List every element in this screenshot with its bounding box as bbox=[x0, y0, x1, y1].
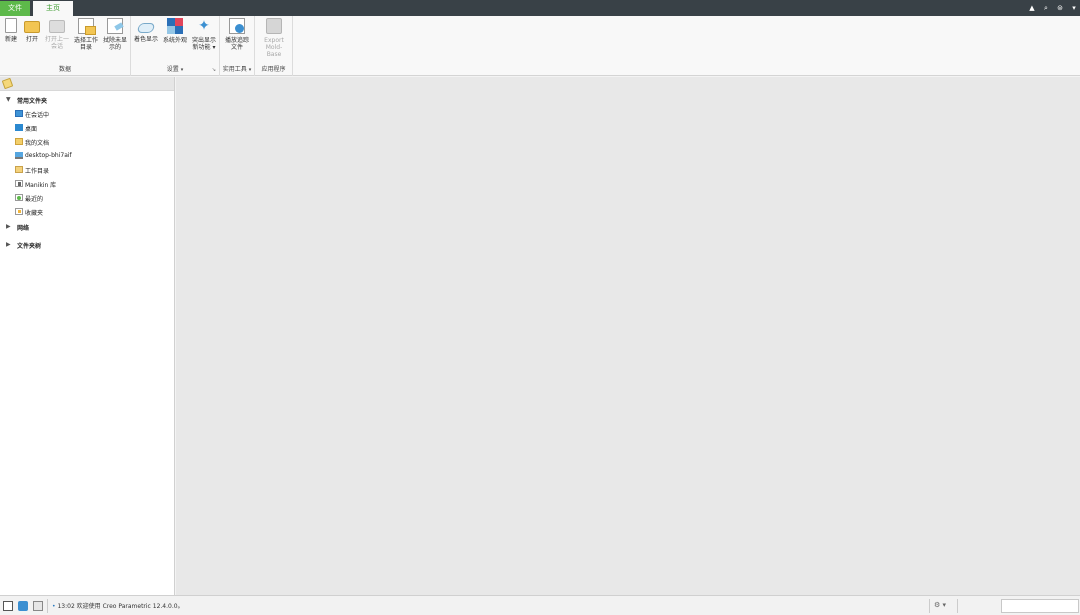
shaded-display-button[interactable]: 着色显示 bbox=[133, 18, 159, 43]
folder-navigator: ▼ 常用文件夹 在会话中 桌面 我的文档 desktop-bhi7aif 工作目… bbox=[0, 77, 175, 595]
ribbon-group-data: 新建 打开 打开上一 会话 选择工作 目录 拭除未显 示的 数据 bbox=[0, 16, 131, 76]
group-title-settings[interactable]: 设置 ▾ bbox=[131, 64, 219, 73]
ribbon-group-utilities: 播放追踪 文件 实用工具 ▾ bbox=[220, 16, 255, 76]
tree-item-in-session[interactable]: 在会话中 bbox=[0, 107, 175, 121]
expand-down-icon[interactable]: ▼ bbox=[6, 96, 11, 103]
tree-item-manikin-library[interactable]: Manikin 库 bbox=[0, 177, 175, 191]
tree-item-recent[interactable]: 最近的 bbox=[0, 191, 175, 205]
collapse-ribbon-icon[interactable]: ▲ bbox=[1028, 4, 1036, 12]
fullscreen-icon[interactable] bbox=[33, 601, 43, 611]
divider bbox=[47, 599, 48, 613]
help-icon[interactable]: ⊜ bbox=[1056, 4, 1064, 12]
title-tab-bar: 文件 主页 ▲ ⌕ ⊜ ▾ bbox=[0, 0, 1080, 16]
documents-icon bbox=[15, 138, 23, 145]
folder-tree: ▼ 常用文件夹 在会话中 桌面 我的文档 desktop-bhi7aif 工作目… bbox=[0, 91, 175, 252]
group-title-utilities[interactable]: 实用工具 ▾ bbox=[220, 64, 254, 73]
system-appearance-button[interactable]: 系统外观 bbox=[162, 18, 188, 44]
open-last-session-icon bbox=[49, 20, 65, 33]
browser-icon[interactable] bbox=[18, 601, 28, 611]
export-moldbase-icon bbox=[266, 18, 282, 34]
tree-item-working-directory[interactable]: 工作目录 bbox=[0, 163, 175, 177]
toggle-navigator-icon[interactable] bbox=[3, 601, 13, 611]
open-button[interactable]: 打开 bbox=[19, 18, 45, 43]
expand-right-icon[interactable]: ▶ bbox=[6, 241, 11, 248]
working-directory-icon bbox=[15, 166, 23, 173]
status-message: 13:02 欢迎使用 Creo Parametric 12.4.0.0。 bbox=[57, 603, 184, 610]
folder-tree-node[interactable]: ▶ 文件夹树 bbox=[0, 238, 175, 252]
selection-filter-icon[interactable]: ⚙ ▾ bbox=[934, 601, 946, 609]
working-directory-icon bbox=[78, 18, 96, 35]
recent-icon bbox=[15, 194, 23, 201]
dialog-launcher-icon[interactable]: ↘ bbox=[212, 67, 216, 73]
ribbon: 新建 打开 打开上一 会话 选择工作 目录 拭除未显 示的 数据 着色显示 系统… bbox=[0, 16, 1080, 76]
group-title-data: 数据 bbox=[58, 66, 71, 73]
shaded-display-icon bbox=[136, 23, 156, 33]
desktop-icon bbox=[15, 124, 23, 131]
computer-icon bbox=[15, 152, 23, 159]
graphics-area[interactable] bbox=[176, 77, 1080, 595]
expand-right-icon[interactable]: ▶ bbox=[6, 223, 11, 230]
navigator-header bbox=[0, 77, 174, 91]
manikin-icon bbox=[15, 180, 23, 187]
highlight-new-features-button[interactable]: ✦ 突出显示 新功能 ▾ bbox=[191, 18, 217, 51]
system-appearance-icon bbox=[167, 18, 183, 34]
play-trail-icon bbox=[229, 18, 245, 34]
session-icon bbox=[15, 110, 23, 117]
erase-not-displayed-button[interactable]: 拭除未显 示的 bbox=[102, 18, 128, 51]
divider bbox=[929, 599, 930, 613]
sparkle-icon: ✦ bbox=[198, 18, 210, 34]
open-folder-icon bbox=[24, 21, 40, 33]
tree-item-desktop[interactable]: 桌面 bbox=[0, 121, 175, 135]
favorites-icon bbox=[15, 208, 23, 215]
erase-icon bbox=[107, 18, 123, 34]
tree-item-my-documents[interactable]: 我的文档 bbox=[0, 135, 175, 149]
network-node[interactable]: ▶ 网络 bbox=[0, 220, 175, 234]
new-file-icon bbox=[5, 18, 17, 33]
top-right-controls: ▲ ⌕ ⊜ ▾ bbox=[1028, 0, 1078, 16]
select-working-directory-button[interactable]: 选择工作 目录 bbox=[73, 18, 99, 51]
group-title-applications: 应用程序 bbox=[261, 66, 286, 73]
chevron-down-icon[interactable]: ▾ bbox=[1070, 4, 1078, 12]
ribbon-group-settings: 着色显示 系统外观 ✦ 突出显示 新功能 ▾ 设置 ▾ ↘ bbox=[131, 16, 220, 76]
export-moldbase-button[interactable]: Export Mold­Base bbox=[261, 18, 287, 58]
tree-item-favorites[interactable]: 收藏夹 bbox=[0, 205, 175, 219]
status-bar: • 13:02 欢迎使用 Creo Parametric 12.4.0.0。 ⚙… bbox=[0, 595, 1080, 615]
info-bullet-icon: • bbox=[52, 603, 56, 610]
tree-item-computer[interactable]: desktop-bhi7aif bbox=[0, 149, 175, 163]
message-area: • 13:02 欢迎使用 Creo Parametric 12.4.0.0。 bbox=[52, 601, 184, 610]
tab-home[interactable]: 主页 bbox=[33, 1, 73, 16]
folder-browser-tab-icon[interactable] bbox=[1, 77, 14, 90]
divider bbox=[957, 599, 958, 613]
search-icon[interactable]: ⌕ bbox=[1042, 4, 1050, 13]
selection-filter-dropdown[interactable] bbox=[1001, 599, 1079, 613]
play-trail-file-button[interactable]: 播放追踪 文件 bbox=[224, 18, 250, 51]
tab-file[interactable]: 文件 bbox=[0, 1, 30, 16]
common-folders-node[interactable]: ▼ 常用文件夹 bbox=[0, 93, 175, 107]
ribbon-group-applications: Export Mold­Base 应用程序 bbox=[255, 16, 293, 76]
open-last-session-button[interactable]: 打开上一 会话 bbox=[44, 18, 70, 50]
